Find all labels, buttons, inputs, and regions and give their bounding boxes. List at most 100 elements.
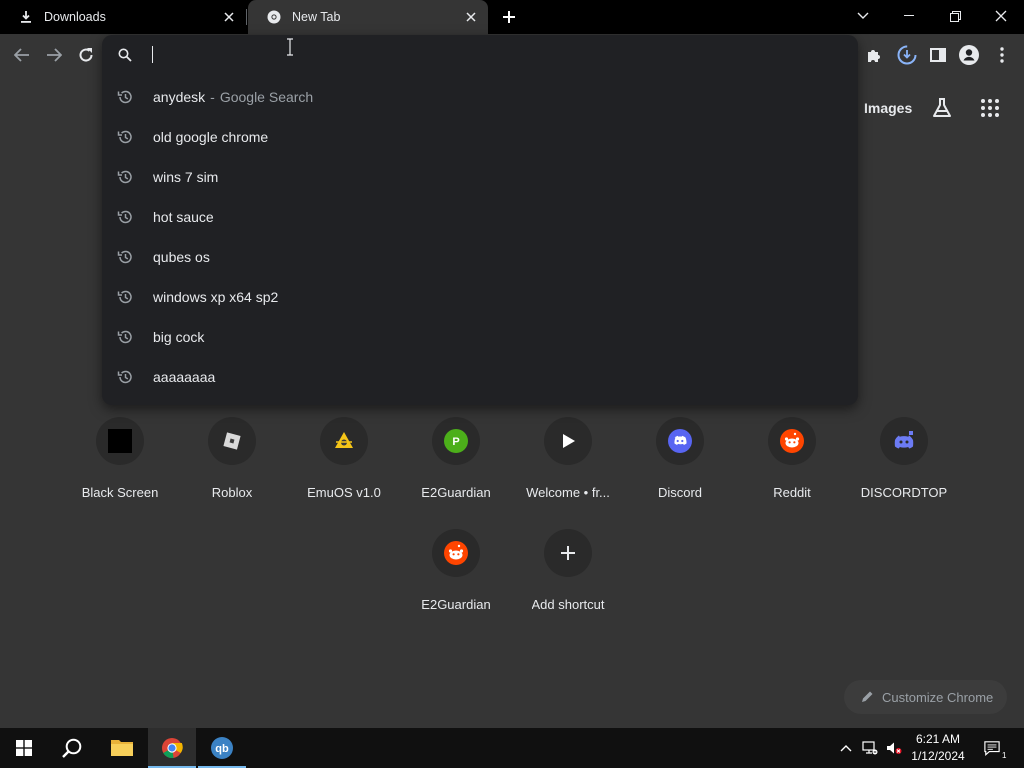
clock-time: 6:21 AM: [915, 732, 961, 746]
shortcut-label: Black Screen: [81, 485, 159, 500]
discord-bot-icon: [880, 417, 928, 465]
play-icon: [544, 417, 592, 465]
shortcut-e2guardian[interactable]: P E2Guardian: [400, 412, 512, 516]
black-square-icon: [96, 417, 144, 465]
shortcut-label: EmuOS v1.0: [307, 485, 381, 500]
qbittorrent-icon[interactable]: qb: [198, 728, 246, 768]
minimize-icon[interactable]: [886, 0, 932, 32]
tab-downloads[interactable]: Downloads: [0, 0, 246, 34]
suggestion-source: Google Search: [219, 89, 314, 105]
chrome-icon: [266, 9, 282, 25]
tab-strip: Downloads New Tab: [0, 0, 1024, 34]
images-link[interactable]: Images: [864, 100, 912, 116]
suggestion-text: windows xp x64 sp2: [153, 289, 279, 305]
letter-p-icon: P: [432, 417, 480, 465]
volume-muted-icon[interactable]: [886, 740, 902, 756]
shortcut-reddit[interactable]: Reddit: [736, 412, 848, 516]
tab-new-tab[interactable]: New Tab: [248, 0, 488, 34]
suggestion-item[interactable]: old google chrome: [102, 117, 858, 157]
plus-icon: [544, 529, 592, 577]
shortcut-discord[interactable]: Discord: [624, 412, 736, 516]
shortcut-discordtop[interactable]: DISCORDTOP: [848, 412, 960, 516]
svg-text:qb: qb: [215, 743, 229, 755]
side-panel-icon[interactable]: [926, 43, 950, 67]
network-icon[interactable]: [862, 740, 878, 756]
close-window-icon[interactable]: [978, 0, 1024, 32]
i-beam-cursor-icon: [286, 38, 294, 56]
shortcut-black-screen[interactable]: Black Screen: [64, 412, 176, 516]
suggestion-separator: -: [210, 89, 215, 105]
close-tab-icon[interactable]: [220, 8, 238, 26]
suggestion-text: qubes os: [153, 249, 210, 265]
shortcut-label: E2Guardian: [421, 485, 491, 500]
extensions-puzzle-icon[interactable]: [862, 43, 886, 67]
add-shortcut-button[interactable]: Add shortcut: [512, 524, 624, 628]
tab-separator: [246, 9, 247, 25]
tab-title: New Tab: [292, 10, 341, 24]
notification-count-badge: 1: [1002, 751, 1007, 760]
history-icon: [117, 209, 133, 225]
text-caret: [152, 46, 153, 63]
roblox-icon: [208, 417, 256, 465]
suggestion-item[interactable]: big cock: [102, 317, 858, 357]
suggestion-item[interactable]: wins 7 sim: [102, 157, 858, 197]
history-icon: [117, 249, 133, 265]
taskbar: qb 6:21 AM 1/12/2024 1: [0, 728, 1024, 768]
shortcut-emuos[interactable]: EmuOS v1.0: [288, 412, 400, 516]
shortcut-label: Reddit: [773, 485, 811, 500]
search-icon: [118, 48, 132, 62]
shortcut-roblox[interactable]: Roblox: [176, 412, 288, 516]
letter-p-glyph: P: [452, 436, 459, 448]
omnibox-input-row[interactable]: [102, 35, 858, 75]
labs-flask-icon[interactable]: [930, 96, 954, 120]
close-tab-icon[interactable]: [462, 8, 480, 26]
reload-icon[interactable]: [74, 43, 98, 67]
shortcut-label: Discord: [657, 485, 703, 500]
shortcut-welcome[interactable]: Welcome • fr...: [512, 412, 624, 516]
suggestion-item[interactable]: windows xp x64 sp2: [102, 277, 858, 317]
shortcut-label: Welcome • fr...: [526, 485, 610, 500]
download-icon: [18, 9, 34, 25]
suggestion-text: hot sauce: [153, 209, 214, 225]
taskbar-clock[interactable]: 6:21 AM 1/12/2024: [906, 731, 970, 765]
suggestion-text: aaaaaaaa: [153, 369, 216, 385]
suggestion-item[interactable]: hot sauce: [102, 197, 858, 237]
history-icon: [117, 289, 133, 305]
suggestion-text: anydesk: [153, 89, 206, 105]
suggestion-item[interactable]: aaaaaaaa: [102, 357, 858, 397]
tab-search-chevron-down-icon[interactable]: [840, 0, 886, 32]
shortcut-e2guardian-2[interactable]: E2Guardian: [400, 524, 512, 628]
action-center-notification-icon[interactable]: [984, 740, 1000, 756]
emuos-icon: [320, 417, 368, 465]
start-icon[interactable]: [0, 728, 48, 768]
history-icon: [117, 169, 133, 185]
reddit-icon: [768, 417, 816, 465]
suggestion-text: big cock: [153, 329, 205, 345]
suggestion-item[interactable]: qubes os: [102, 237, 858, 277]
show-hidden-icons-chevron-up-icon[interactable]: [838, 740, 854, 756]
shortcut-label: Roblox: [211, 485, 253, 500]
profile-avatar-icon[interactable]: [957, 43, 981, 67]
chrome-taskbar-icon[interactable]: [148, 728, 196, 768]
history-icon: [117, 89, 133, 105]
shortcut-label: E2Guardian: [421, 597, 491, 612]
tab-title: Downloads: [44, 10, 106, 24]
suggestion-item[interactable]: anydesk - Google Search: [102, 77, 858, 117]
search-icon[interactable]: [48, 728, 96, 768]
forward-arrow-icon[interactable]: [42, 43, 66, 67]
history-icon: [117, 369, 133, 385]
discord-icon: [656, 417, 704, 465]
restore-icon[interactable]: [932, 0, 978, 32]
clock-date: 1/12/2024: [911, 749, 965, 763]
suggestion-text: old google chrome: [153, 129, 269, 145]
new-tab-button[interactable]: [498, 6, 520, 28]
downloads-progress-icon[interactable]: [895, 43, 919, 67]
google-apps-icon[interactable]: [980, 98, 1000, 118]
customize-chrome-button[interactable]: Customize Chrome: [844, 680, 1007, 714]
history-icon: [117, 329, 133, 345]
back-arrow-icon[interactable]: [10, 43, 34, 67]
omnibox-dropdown: anydesk - Google Search old google chrom…: [102, 35, 858, 405]
more-menu-icon[interactable]: [990, 43, 1014, 67]
omnibox-input[interactable]: [150, 43, 830, 67]
file-explorer-icon[interactable]: [98, 728, 146, 768]
